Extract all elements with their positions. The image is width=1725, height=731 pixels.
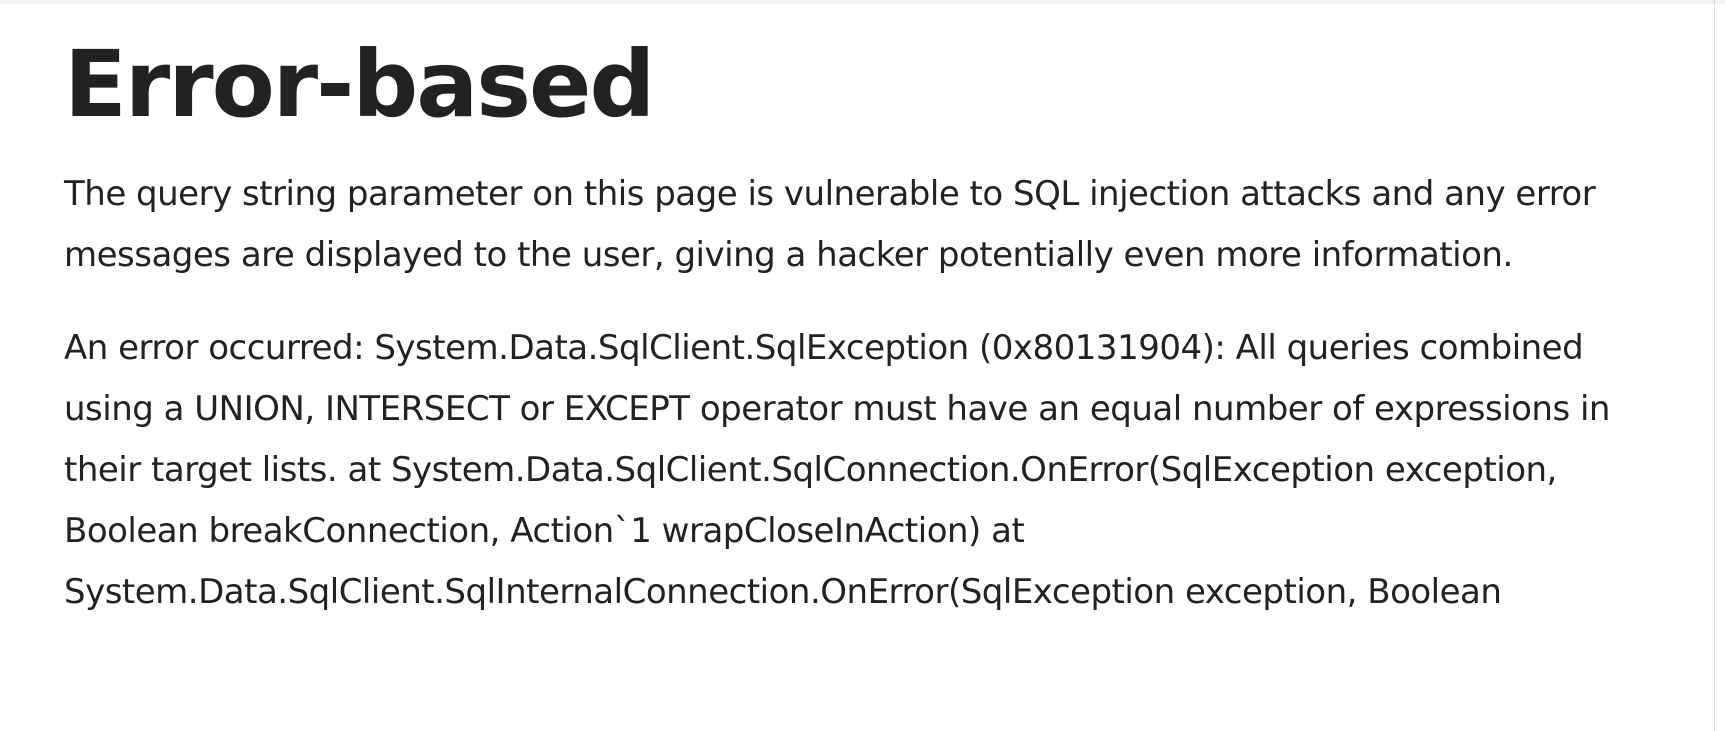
intro-paragraph: The query string parameter on this page … bbox=[64, 174, 1596, 275]
main-content: Error-based The query string parameter o… bbox=[64, 22, 1624, 623]
page-title: Error-based bbox=[64, 31, 655, 138]
right-border bbox=[1714, 0, 1715, 731]
top-border bbox=[0, 0, 1725, 4]
error-message: An error occurred: System.Data.SqlClient… bbox=[64, 328, 1610, 612]
